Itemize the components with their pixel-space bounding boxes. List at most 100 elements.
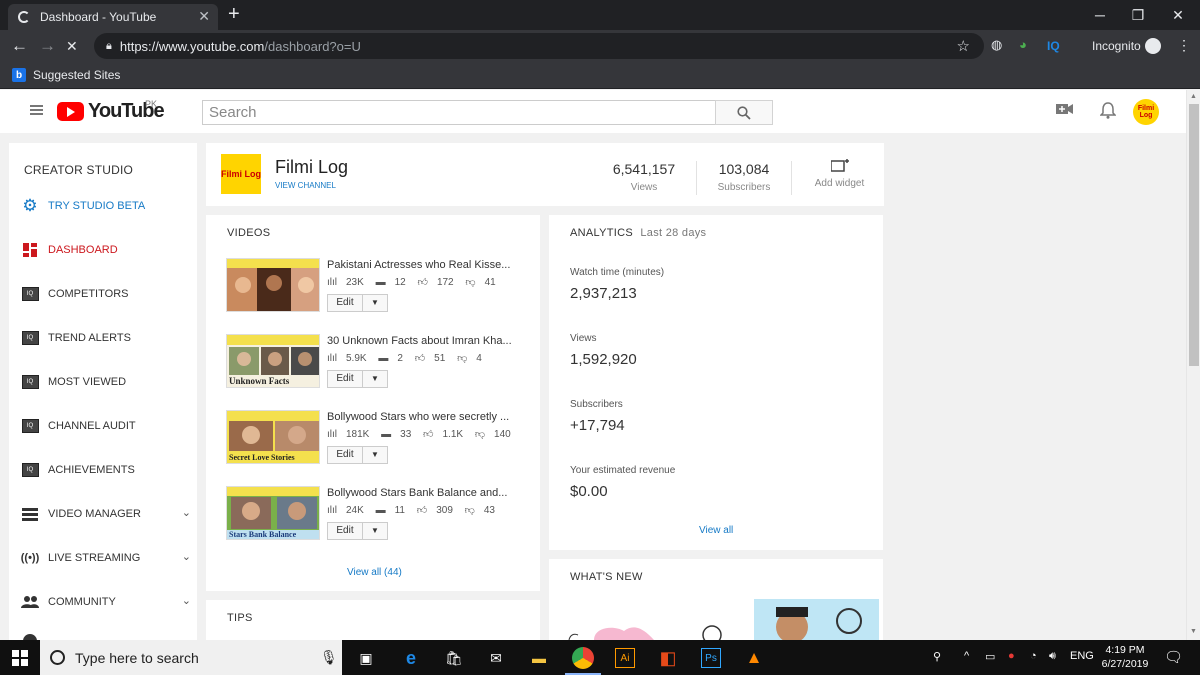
channel-name: Filmi Log: [275, 157, 349, 177]
close-tab-icon[interactable]: ✕: [198, 8, 210, 25]
chevron-down-icon[interactable]: ⌄: [182, 550, 191, 563]
video-thumbnail[interactable]: Secret Love Stories: [226, 410, 320, 464]
divider: [696, 161, 697, 195]
incognito-icon[interactable]: [1145, 38, 1161, 54]
globe-extension-icon[interactable]: ◍: [991, 37, 1002, 53]
bookmark-star-icon[interactable]: ☆: [957, 37, 970, 55]
color-extension-icon[interactable]: ◕: [1019, 37, 1027, 52]
menu-icon[interactable]: ⋮: [1177, 37, 1191, 54]
analytics-view-all-link[interactable]: View all: [699, 525, 733, 536]
vlc-icon[interactable]: ▲: [744, 648, 764, 668]
video-title[interactable]: 30 Unknown Facts about Imran Kha...: [327, 335, 512, 347]
sidebar-item-video-manager[interactable]: VIDEO MANAGER ⌄: [21, 504, 191, 524]
subscribers-stat: 103,084 Subscribers: [704, 161, 784, 193]
restore-icon[interactable]: ❐: [1120, 0, 1156, 30]
sidebar-item-competitors[interactable]: IQ COMPETITORS: [21, 284, 191, 304]
videos-card: VIDEOS Pakistani Actresses who Real Kiss…: [206, 215, 540, 591]
bing-icon: b: [12, 68, 26, 82]
view-channel-link[interactable]: VIEW CHANNEL: [275, 181, 336, 190]
store-icon[interactable]: 🛍︎: [444, 648, 464, 668]
browser-tab[interactable]: Dashboard - YouTube ✕: [8, 4, 218, 30]
bookmark-suggested-sites[interactable]: Suggested Sites: [33, 68, 120, 82]
new-tab-button[interactable]: +: [228, 4, 240, 24]
upload-video-icon[interactable]: [1056, 102, 1074, 121]
notifications-bell-icon[interactable]: [1099, 102, 1117, 124]
search-button[interactable]: [715, 100, 773, 125]
show-hidden-icons-chevron-up-icon[interactable]: ^: [964, 650, 969, 662]
thumbnail-caption: Secret Love Stories: [229, 453, 295, 462]
minimize-icon[interactable]: ─: [1082, 0, 1118, 30]
sidebar-item-achievements[interactable]: IQ ACHIEVEMENTS: [21, 460, 191, 480]
dropdown-arrow-icon[interactable]: ▼: [363, 447, 387, 463]
network-warning-icon[interactable]: ●: [1008, 650, 1015, 662]
analytics-title: ANALYTICS: [570, 227, 634, 239]
chevron-down-icon[interactable]: ⌄: [182, 594, 191, 607]
video-item: Stars Bank Balance Bollywood Stars Bank …: [226, 486, 516, 546]
iq-extension-icon[interactable]: IQ: [1047, 39, 1060, 53]
video-stats: ılıl 181K ▬ 33 👍︎ 1.1K 👎︎ 140: [327, 428, 520, 440]
edge-icon[interactable]: e: [401, 648, 421, 668]
mail-icon[interactable]: ✉: [486, 648, 506, 668]
sidebar-item-channel-audit[interactable]: IQ CHANNEL AUDIT: [21, 416, 191, 436]
windows-start-icon[interactable]: [10, 648, 30, 668]
stop-icon[interactable]: ✕: [66, 36, 78, 56]
video-views: 181K: [346, 429, 370, 440]
task-view-icon[interactable]: ▣: [356, 648, 376, 668]
video-thumbnail[interactable]: [226, 258, 320, 312]
dropdown-arrow-icon[interactable]: ▼: [363, 523, 387, 539]
file-explorer-icon[interactable]: ▬: [529, 648, 549, 668]
forward-icon[interactable]: →: [39, 36, 56, 56]
taskbar-search-input[interactable]: Type here to search 🎙︎: [40, 640, 342, 675]
channel-card: Filmi Log Filmi Log VIEW CHANNEL 6,541,1…: [206, 143, 884, 206]
wifi-icon[interactable]: ◔: [1030, 650, 1037, 662]
sidebar-item-community[interactable]: COMMUNITY ⌄: [21, 592, 191, 612]
taskbar-clock[interactable]: 4:19 PM 6/27/2019: [1095, 643, 1155, 671]
sidebar-title: CREATOR STUDIO: [24, 163, 134, 177]
scroll-thumb[interactable]: [1189, 104, 1199, 366]
scroll-up-icon[interactable]: ▲: [1190, 93, 1197, 100]
sidebar-item-most-viewed[interactable]: IQ MOST VIEWED: [21, 372, 191, 392]
sidebar-item-label: VIDEO MANAGER: [48, 508, 141, 520]
search-input[interactable]: Search: [202, 100, 716, 125]
video-thumbnail[interactable]: Unknown Facts: [226, 334, 320, 388]
video-title[interactable]: Bollywood Stars who were secretly ...: [327, 411, 509, 423]
youtube-logo-icon[interactable]: [57, 102, 84, 121]
office-icon[interactable]: ◧: [658, 648, 678, 668]
microphone-icon[interactable]: 🎙︎: [320, 649, 338, 666]
video-title[interactable]: Bollywood Stars Bank Balance and...: [327, 487, 507, 499]
dropdown-arrow-icon[interactable]: ▼: [363, 295, 387, 311]
edit-button[interactable]: Edit ▼: [327, 370, 388, 388]
address-bar[interactable]: 🔒︎ https://www.youtube.com/dashboard?o=U…: [94, 33, 984, 59]
youtube-header: YouTube PK Search Filmi Log: [0, 90, 1186, 133]
volume-icon[interactable]: 🔊︎: [1049, 650, 1056, 663]
edit-button[interactable]: Edit ▼: [327, 446, 388, 464]
sidebar-item-trend-alerts[interactable]: IQ TREND ALERTS: [21, 328, 191, 348]
account-avatar[interactable]: Filmi Log: [1133, 99, 1159, 125]
people-tray-icon[interactable]: ⚲: [933, 650, 941, 663]
channel-logo[interactable]: Filmi Log: [221, 154, 261, 194]
sidebar-item-dashboard[interactable]: DASHBOARD: [21, 240, 191, 260]
close-window-icon[interactable]: ✕: [1160, 0, 1196, 30]
video-thumbnail[interactable]: Stars Bank Balance: [226, 486, 320, 540]
photoshop-icon[interactable]: Ps: [701, 648, 721, 668]
guide-menu-icon[interactable]: [30, 105, 43, 115]
edit-button[interactable]: Edit ▼: [327, 522, 388, 540]
chrome-icon[interactable]: [572, 647, 594, 669]
sidebar-item-try-studio-beta[interactable]: ⚙ TRY STUDIO BETA: [21, 196, 191, 216]
illustrator-icon[interactable]: Ai: [615, 648, 635, 668]
action-center-icon[interactable]: 🗨︎: [1164, 648, 1183, 666]
scroll-down-icon[interactable]: ▼: [1190, 628, 1197, 635]
dropdown-arrow-icon[interactable]: ▼: [363, 371, 387, 387]
video-title[interactable]: Pakistani Actresses who Real Kisse...: [327, 259, 510, 271]
sidebar-item-label: TRY STUDIO BETA: [48, 200, 146, 212]
add-widget-button[interactable]: Add widget: [806, 159, 873, 189]
page-scrollbar[interactable]: ▲ ▼: [1186, 90, 1200, 640]
back-icon[interactable]: ←: [11, 36, 28, 56]
videos-view-all-link[interactable]: View all (44): [347, 567, 402, 578]
language-indicator[interactable]: ENG: [1070, 650, 1094, 662]
battery-icon[interactable]: ▭: [985, 650, 995, 663]
chevron-down-icon[interactable]: ⌄: [182, 506, 191, 519]
live-broadcast-icon: ((•)): [20, 552, 40, 564]
sidebar-item-live-streaming[interactable]: ((•)) LIVE STREAMING ⌄: [21, 548, 191, 568]
edit-button[interactable]: Edit ▼: [327, 294, 388, 312]
